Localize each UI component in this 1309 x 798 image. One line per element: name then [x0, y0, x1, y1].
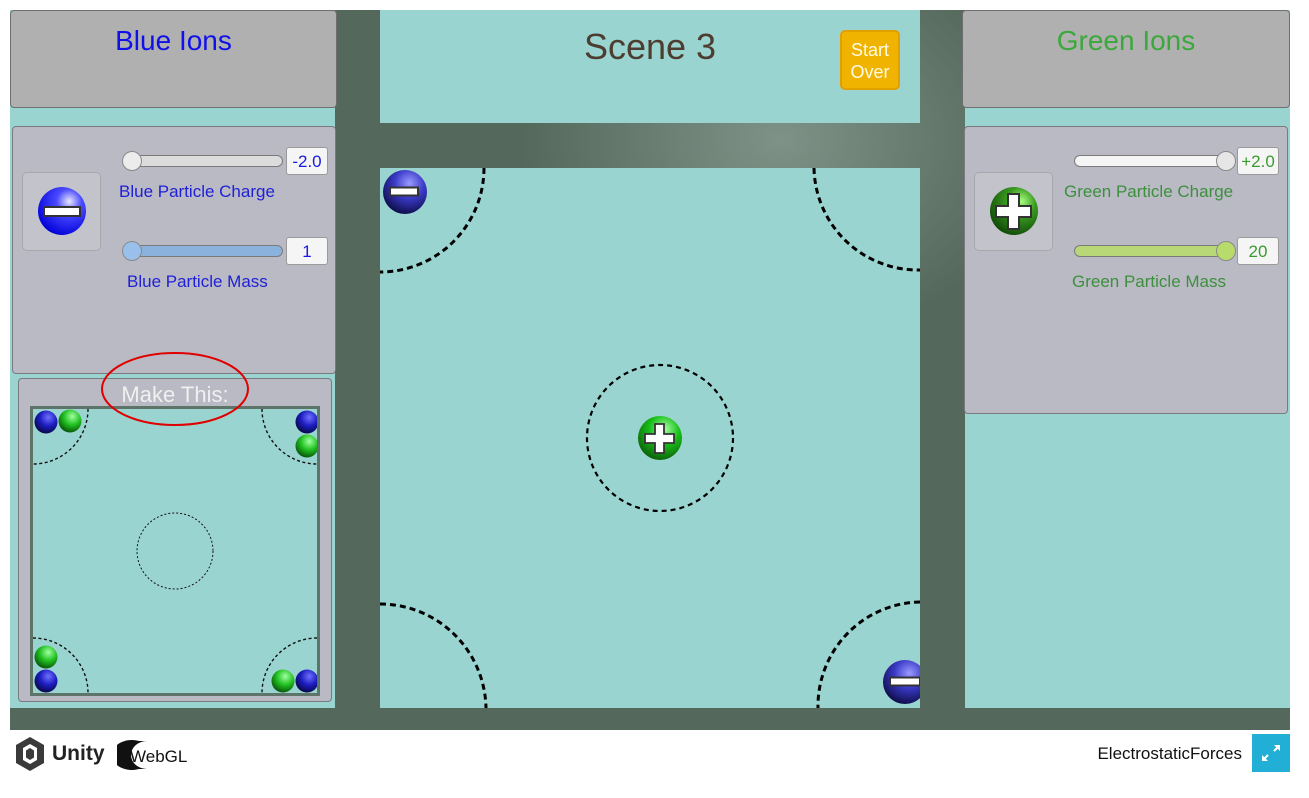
- blue-mass-slider-thumb[interactable]: [122, 241, 142, 261]
- scene-title: Scene 3: [583, 26, 717, 67]
- unity-canvas[interactable]: Blue Ions -2.0 Blue Particle Charge 1 Bl…: [10, 10, 1290, 730]
- unity-logo-icon: [16, 737, 44, 771]
- blue-mass-label: Blue Particle Mass: [127, 272, 268, 291]
- mini-green-ion: [295, 434, 317, 458]
- blue-ion-top-left: [383, 170, 427, 214]
- blue-charge-slider[interactable]: [122, 151, 283, 171]
- mini-green-ion: [271, 669, 295, 693]
- blue-ions-title: Blue Ions: [115, 25, 232, 56]
- simulation-area[interactable]: [380, 168, 920, 708]
- green-charge-value[interactable]: +2.0: [1237, 147, 1279, 175]
- blue-charge-value[interactable]: -2.0: [286, 147, 328, 175]
- green-positive-ion-icon: [990, 187, 1038, 235]
- start-over-button[interactable]: Start Over: [840, 30, 900, 90]
- blue-mass-value[interactable]: 1: [286, 237, 328, 265]
- blue-ion-bottom-right: [883, 660, 920, 704]
- webgl-footer: Unity WebGL ElectrostaticForces: [0, 730, 1309, 798]
- blue-charge-slider-thumb[interactable]: [122, 151, 142, 171]
- webgl-logo: WebGL: [117, 740, 187, 770]
- blue-ion-icon-box[interactable]: [22, 172, 101, 251]
- fullscreen-icon: [1262, 745, 1280, 761]
- fullscreen-button[interactable]: [1252, 734, 1290, 772]
- mini-blue-ion: [34, 669, 58, 693]
- blue-ions-header: Blue Ions: [10, 10, 337, 108]
- start-over-label-line2: Over: [850, 62, 890, 82]
- start-over-label-line1: Start: [850, 40, 889, 60]
- green-charge-slider-thumb[interactable]: [1216, 151, 1236, 171]
- green-mass-slider[interactable]: [1074, 241, 1236, 261]
- green-ion-icon-box[interactable]: [974, 172, 1053, 251]
- green-ions-title: Green Ions: [1056, 25, 1196, 56]
- simulation-drawing: [380, 168, 920, 708]
- green-charge-label: Green Particle Charge: [1064, 182, 1234, 201]
- blue-mass-slider[interactable]: [122, 241, 283, 261]
- green-ions-header: Green Ions: [962, 10, 1290, 108]
- mini-green-ion: [34, 645, 58, 669]
- mini-blue-ion: [295, 669, 317, 693]
- green-mass-slider-thumb[interactable]: [1216, 241, 1236, 261]
- green-mass-label: Green Particle Mass: [1072, 272, 1226, 291]
- unity-logo-text: Unity: [52, 742, 105, 765]
- green-mass-value[interactable]: 20: [1237, 237, 1279, 265]
- green-controls-panel: +2.0 Green Particle Charge 20 Green Part…: [964, 126, 1288, 414]
- red-ellipse-highlight: [101, 352, 249, 426]
- app-title: ElectrostaticForces: [1097, 744, 1242, 763]
- mini-green-ion: [58, 409, 82, 433]
- mini-blue-ion: [34, 410, 58, 434]
- field-ring-top-right: [812, 168, 920, 272]
- target-preview-drawing: [33, 409, 317, 693]
- field-ring-bottom-left: [380, 602, 488, 708]
- webgl-logo-text: WebGL: [130, 747, 187, 766]
- mini-field-ring-center: [136, 512, 214, 590]
- green-ion-center: [638, 416, 682, 460]
- blue-controls-panel: -2.0 Blue Particle Charge 1 Blue Particl…: [12, 126, 336, 374]
- mini-blue-ion: [295, 410, 317, 434]
- blue-charge-label: Blue Particle Charge: [119, 182, 275, 201]
- blue-negative-ion-icon: [38, 187, 86, 235]
- green-charge-slider[interactable]: [1074, 151, 1236, 171]
- target-preview: [30, 406, 320, 696]
